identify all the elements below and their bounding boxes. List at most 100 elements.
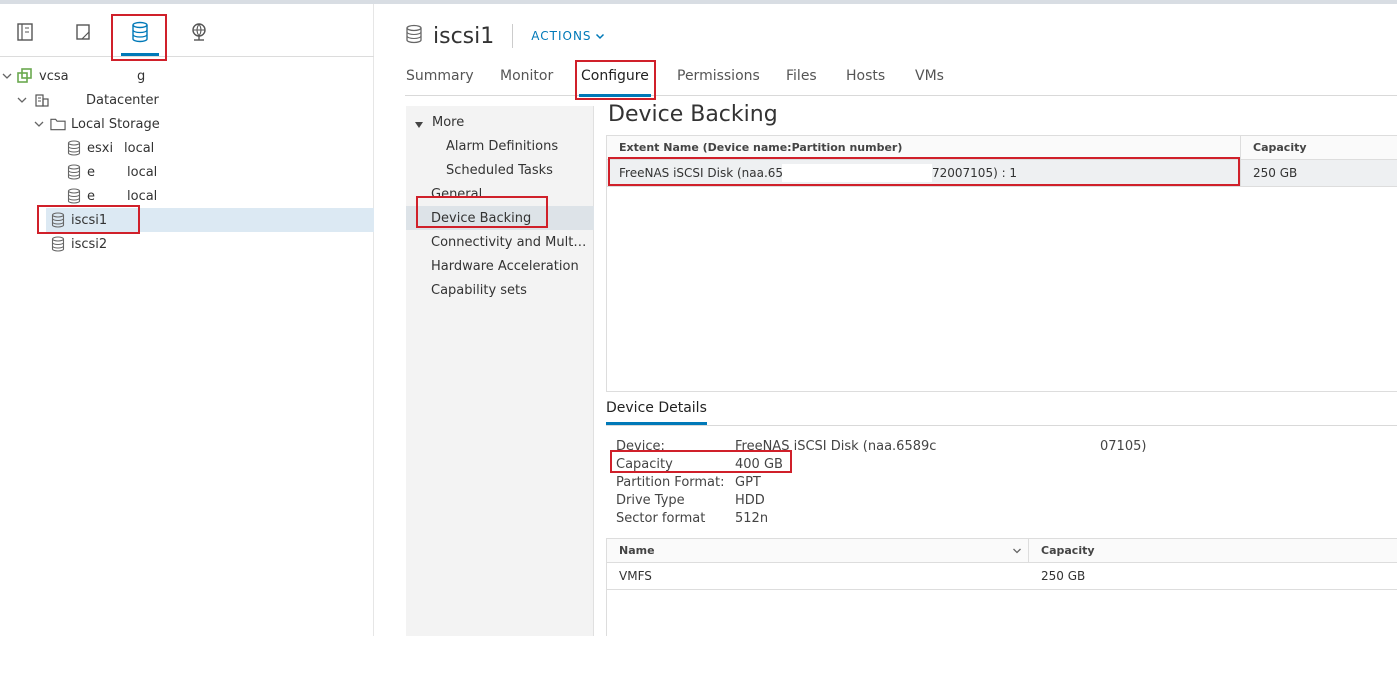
section-title: Device Backing bbox=[608, 102, 778, 127]
field-value: 400 GB bbox=[735, 457, 783, 472]
chevron-down-icon[interactable] bbox=[2, 71, 12, 81]
partitions-grid: Name Capacity VMFS 250 GB bbox=[606, 538, 1397, 636]
actions-button[interactable]: ACTIONS bbox=[531, 29, 604, 43]
tab-configure[interactable]: Configure bbox=[579, 68, 651, 97]
tree-item-label-suffix: local bbox=[127, 188, 158, 204]
vcenter-icon bbox=[17, 68, 33, 84]
extent-name-cell: FreeNAS iSCSI Disk (naa.658 bbox=[619, 166, 791, 180]
subnav-item-connectivity[interactable]: Connectivity and Multipathing bbox=[406, 230, 594, 254]
object-tabs: Summary Monitor Configure Permissions Fi… bbox=[405, 62, 1397, 97]
tree-item-datastore[interactable]: esxi local bbox=[0, 136, 374, 160]
caret-down-icon bbox=[414, 118, 424, 133]
datastore-icon bbox=[66, 164, 82, 180]
datacenter-icon bbox=[34, 92, 50, 108]
vms-templates-icon[interactable] bbox=[72, 20, 94, 44]
field-label: Capacity bbox=[616, 457, 673, 472]
tab-monitor[interactable]: Monitor bbox=[500, 68, 553, 84]
main-panel: iscsi1 ACTIONS Summary Monitor Configure… bbox=[375, 4, 1397, 636]
storage-icon[interactable] bbox=[121, 20, 159, 56]
table-row[interactable]: VMFS 250 GB bbox=[607, 563, 1397, 590]
column-divider[interactable] bbox=[1240, 136, 1241, 160]
tab-files[interactable]: Files bbox=[786, 68, 817, 84]
subnav-item-label: Capability sets bbox=[431, 282, 527, 298]
partition-name-cell: VMFS bbox=[619, 569, 652, 583]
chevron-down-icon[interactable] bbox=[17, 95, 27, 105]
partition-format-field: Partition Format: GPT bbox=[616, 475, 916, 493]
tree-item-label: Datacenter bbox=[86, 92, 159, 108]
subnav-item-hardware-acceleration[interactable]: Hardware Acceleration bbox=[406, 254, 594, 278]
networking-icon[interactable] bbox=[188, 20, 210, 44]
datastore-icon bbox=[66, 188, 82, 204]
hosts-clusters-icon[interactable] bbox=[14, 20, 36, 44]
datastore-icon bbox=[50, 212, 66, 228]
device-backing-content: Device Backing Extent Name (Device name:… bbox=[606, 102, 1397, 636]
tree-item-label-suffix: g bbox=[137, 68, 146, 84]
subnav-item-device-backing[interactable]: Device Backing bbox=[406, 206, 594, 230]
redaction bbox=[782, 164, 932, 182]
subnav-item-label: Hardware Acceleration bbox=[431, 258, 579, 274]
tree-item-datastore[interactable]: e local bbox=[0, 160, 374, 184]
table-row[interactable]: FreeNAS iSCSI Disk (naa.658 72007105) : … bbox=[607, 160, 1397, 187]
capacity-cell: 250 GB bbox=[1253, 166, 1298, 180]
tab-hosts[interactable]: Hosts bbox=[846, 68, 885, 84]
navigator-view-tabs bbox=[0, 4, 374, 57]
header-divider bbox=[512, 24, 514, 48]
datastore-icon bbox=[66, 140, 82, 156]
column-header-extent-name[interactable]: Extent Name (Device name:Partition numbe… bbox=[619, 141, 902, 154]
field-value: HDD bbox=[735, 493, 765, 508]
navigator-panel: vcsa g Datacenter Local Storage esxi loc… bbox=[0, 4, 374, 636]
tree-item-iscsi2[interactable]: iscsi2 bbox=[0, 232, 374, 256]
field-value-tail: 07105) bbox=[1100, 439, 1147, 454]
subnav-item-label: Alarm Definitions bbox=[446, 138, 559, 154]
column-divider[interactable] bbox=[1028, 539, 1029, 563]
folder-icon bbox=[50, 116, 66, 132]
tree-item-label: Local Storage bbox=[71, 116, 160, 132]
tree-item-label-suffix: local bbox=[124, 140, 155, 156]
tree-item-label: iscsi2 bbox=[71, 236, 108, 252]
tree-item-label: iscsi1 bbox=[71, 212, 108, 228]
chevron-down-icon[interactable] bbox=[34, 119, 44, 129]
bottom-whitespace bbox=[0, 636, 1397, 674]
field-value: FreeNAS iSCSI Disk (naa.6589c bbox=[735, 439, 937, 454]
subnav-item-label: Scheduled Tasks bbox=[446, 162, 553, 178]
tab-vms[interactable]: VMs bbox=[915, 68, 944, 84]
sector-format-field: Sector format 512n bbox=[616, 511, 916, 529]
tree-item-label: e bbox=[87, 164, 95, 180]
actions-label: ACTIONS bbox=[531, 29, 592, 43]
chevron-down-icon[interactable] bbox=[1012, 546, 1022, 559]
tree-item-datacenter[interactable]: Datacenter bbox=[0, 88, 374, 112]
details-divider bbox=[606, 425, 1397, 426]
tree-item-vcenter[interactable]: vcsa g bbox=[0, 64, 374, 88]
field-label: Drive Type bbox=[616, 493, 685, 508]
grid-header: Name Capacity bbox=[607, 539, 1397, 563]
subnav-group-label: More bbox=[432, 114, 465, 130]
grid-header: Extent Name (Device name:Partition numbe… bbox=[607, 136, 1397, 160]
tab-device-details[interactable]: Device Details bbox=[606, 400, 707, 425]
configure-subnav: More Alarm Definitions Scheduled Tasks G… bbox=[406, 106, 594, 636]
extent-grid: Extent Name (Device name:Partition numbe… bbox=[606, 135, 1397, 392]
partition-capacity-cell: 250 GB bbox=[1041, 569, 1086, 583]
subnav-item-label: Device Backing bbox=[431, 210, 532, 226]
tab-permissions[interactable]: Permissions bbox=[677, 68, 760, 84]
tree-item-datastore[interactable]: e local bbox=[0, 184, 374, 208]
extent-name-tail: 72007105) : 1 bbox=[932, 166, 1018, 180]
datastore-icon bbox=[405, 24, 423, 48]
tree-item-local-storage[interactable]: Local Storage bbox=[0, 112, 374, 136]
field-value: 512n bbox=[735, 511, 769, 526]
subnav-item-label: General bbox=[431, 186, 483, 202]
capacity-field: Capacity 400 GB bbox=[616, 457, 916, 475]
object-header: iscsi1 ACTIONS bbox=[405, 20, 605, 52]
column-header-name[interactable]: Name bbox=[619, 544, 655, 557]
subnav-item-general[interactable]: General bbox=[406, 182, 594, 206]
subnav-item-alarm-definitions[interactable]: Alarm Definitions bbox=[406, 134, 594, 158]
tree-item-label-suffix: local bbox=[127, 164, 158, 180]
tree-item-label: e bbox=[87, 188, 95, 204]
column-header-capacity[interactable]: Capacity bbox=[1041, 544, 1095, 557]
subnav-more-group[interactable]: More bbox=[406, 110, 594, 134]
drive-type-field: Drive Type HDD bbox=[616, 493, 916, 511]
subnav-item-capability-sets[interactable]: Capability sets bbox=[406, 278, 594, 302]
subnav-item-scheduled-tasks[interactable]: Scheduled Tasks bbox=[406, 158, 594, 182]
column-header-capacity[interactable]: Capacity bbox=[1253, 141, 1307, 154]
tree-item-iscsi1[interactable]: iscsi1 bbox=[46, 208, 374, 232]
tab-summary[interactable]: Summary bbox=[406, 68, 474, 84]
